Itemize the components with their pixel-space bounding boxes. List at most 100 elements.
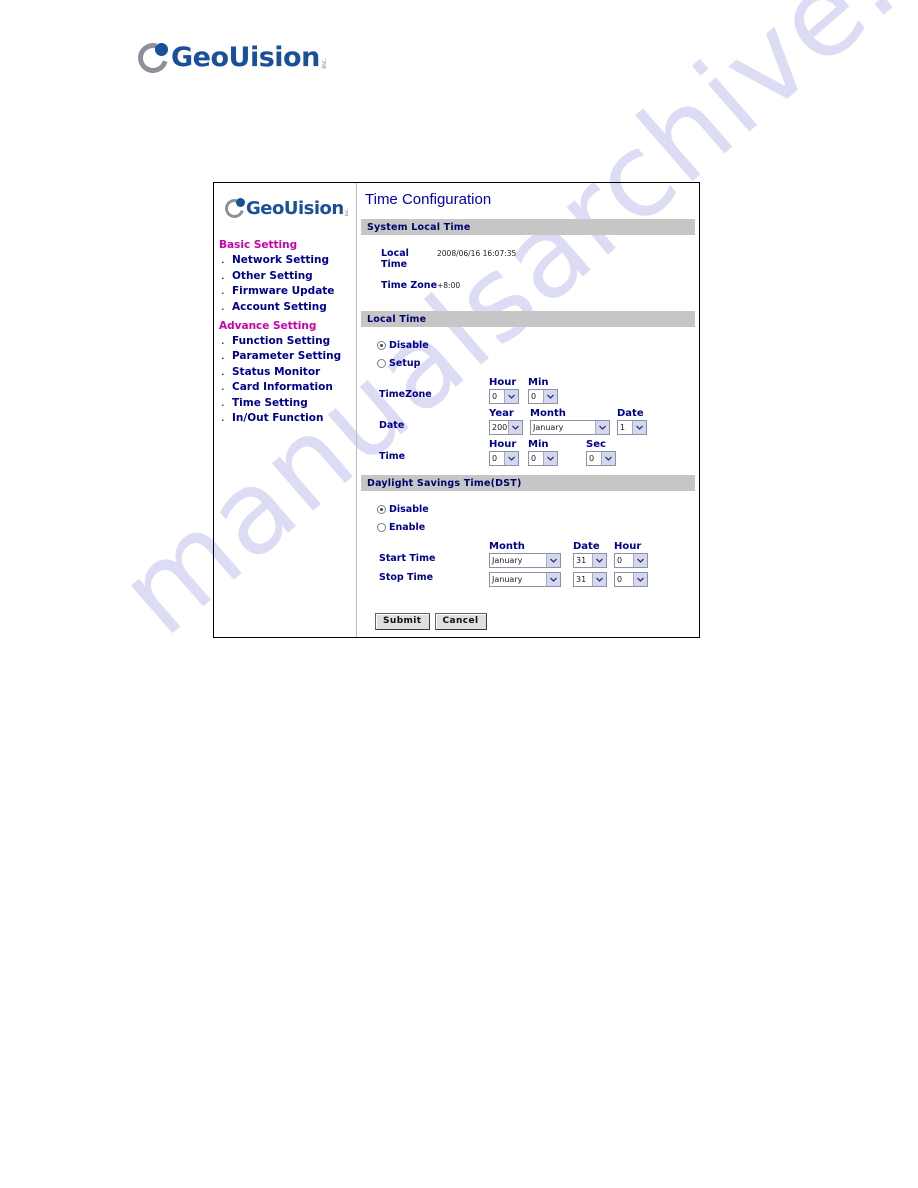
radio-icon[interactable] bbox=[377, 359, 386, 368]
time-hour-group: Hour 0 bbox=[489, 439, 519, 466]
date-month-select[interactable]: January bbox=[530, 420, 610, 435]
time-sec-group: Sec 0 bbox=[586, 439, 616, 466]
section-label: Daylight Savings Time(DST) bbox=[367, 477, 522, 489]
section-label: Local Time bbox=[367, 313, 427, 325]
date-day-select[interactable]: 1 bbox=[617, 420, 647, 435]
cancel-button[interactable]: Cancel bbox=[434, 613, 487, 630]
select-value: January bbox=[492, 575, 523, 584]
geovision-logo-header: GeoUision inc. bbox=[132, 37, 328, 78]
dst-start-month-group: Month January bbox=[489, 541, 561, 568]
chevron-down-icon[interactable] bbox=[632, 421, 646, 434]
chevron-down-icon[interactable] bbox=[592, 554, 606, 567]
time-hour-label: Hour bbox=[489, 439, 517, 450]
date-year-select[interactable]: 2009 bbox=[489, 420, 523, 435]
date-month-group: Month January bbox=[530, 408, 610, 435]
chevron-down-icon[interactable] bbox=[543, 452, 557, 465]
time-hour-select[interactable]: 0 bbox=[489, 451, 519, 466]
dst-start-date-select[interactable]: 31 bbox=[573, 553, 607, 568]
device-web-ui-panel: GeoUision inc. Basic Setting . Network S… bbox=[213, 182, 700, 638]
select-value: 0 bbox=[617, 556, 623, 565]
sidebar-item-label: In/Out Function bbox=[232, 412, 324, 424]
dst-stop-hour-group: 0 bbox=[614, 572, 648, 587]
bullet-icon: . bbox=[221, 347, 225, 362]
time-min-group: Min 0 bbox=[528, 439, 558, 466]
sidebar-item-label: Network Setting bbox=[232, 254, 329, 266]
sidebar-group-title-advance-setting: Advance Setting bbox=[219, 319, 317, 332]
dst-stop-month-group: January bbox=[489, 572, 561, 587]
timezone-min-select[interactable]: 0 bbox=[528, 389, 558, 404]
chevron-down-icon[interactable] bbox=[546, 573, 560, 586]
row-dst-stop-time: Stop Time January 31 0 bbox=[379, 572, 699, 587]
chevron-down-icon[interactable] bbox=[546, 554, 560, 567]
timezone-min-label: Min bbox=[528, 377, 549, 388]
radio-local-time-setup[interactable]: Setup bbox=[377, 358, 699, 369]
bullet-icon: . bbox=[221, 282, 225, 297]
dst-start-hour-group: Hour 0 bbox=[614, 541, 648, 568]
dst-start-row-label: Start Time bbox=[379, 553, 436, 564]
radio-dst-disable[interactable]: Disable bbox=[377, 504, 699, 515]
submit-button[interactable]: Submit bbox=[375, 613, 430, 630]
time-zone-label: Time Zone bbox=[381, 280, 438, 291]
radio-icon[interactable] bbox=[377, 505, 386, 514]
chevron-down-icon[interactable] bbox=[504, 390, 518, 403]
bullet-icon: . bbox=[221, 297, 225, 313]
radio-dst-enable[interactable]: Enable bbox=[377, 522, 699, 533]
dst-start-hour-select[interactable]: 0 bbox=[614, 553, 648, 568]
sidebar-item-in-out-function[interactable]: . In/Out Function bbox=[214, 409, 356, 424]
dst-stop-date-select[interactable]: 31 bbox=[573, 572, 607, 587]
select-value: 31 bbox=[576, 575, 587, 584]
chevron-down-icon[interactable] bbox=[543, 390, 557, 403]
geovision-mark-icon bbox=[132, 37, 174, 78]
chevron-down-icon[interactable] bbox=[508, 421, 522, 434]
date-day-label: Date bbox=[617, 408, 644, 419]
time-row-label: Time bbox=[379, 451, 406, 462]
chevron-down-icon[interactable] bbox=[633, 554, 647, 567]
radio-local-time-disable[interactable]: Disable bbox=[377, 340, 699, 351]
local-time-value: 2008/06/16 16:07:35 bbox=[437, 249, 517, 258]
timezone-hour-select[interactable]: 0 bbox=[489, 389, 519, 404]
row-local-time: Local Time 2008/06/16 16:07:35 bbox=[381, 248, 699, 270]
radio-icon[interactable] bbox=[377, 523, 386, 532]
dst-stop-hour-select[interactable]: 0 bbox=[614, 572, 648, 587]
time-sec-select[interactable]: 0 bbox=[586, 451, 616, 466]
sidebar-item-time-setting[interactable]: . Time Setting bbox=[214, 395, 356, 409]
bullet-icon: . bbox=[221, 251, 225, 266]
sidebar-item-other-setting[interactable]: . Other Setting bbox=[214, 266, 356, 282]
sidebar-item-label: Firmware Update bbox=[232, 285, 335, 297]
date-row-label: Date bbox=[379, 420, 405, 431]
row-time: Time Hour 0 Min 0 Sec 0 bbox=[379, 439, 699, 466]
radio-label: Disable bbox=[389, 340, 429, 351]
sidebar-item-card-information[interactable]: . Card Information bbox=[214, 379, 356, 393]
sidebar-geovision-inc-suffix: inc. bbox=[344, 207, 350, 216]
bullet-icon: . bbox=[221, 409, 225, 424]
chevron-down-icon[interactable] bbox=[633, 573, 647, 586]
chevron-down-icon[interactable] bbox=[601, 452, 615, 465]
sidebar-item-firmware-update[interactable]: . Firmware Update bbox=[214, 282, 356, 297]
dst-start-month-select[interactable]: January bbox=[489, 553, 561, 568]
time-zone-value: +8:00 bbox=[437, 281, 461, 290]
chevron-down-icon[interactable] bbox=[595, 421, 609, 434]
chevron-down-icon[interactable] bbox=[592, 573, 606, 586]
sidebar-item-label: Parameter Setting bbox=[232, 350, 342, 362]
sidebar-geovision-wordmark: GeoUision bbox=[246, 198, 344, 219]
content-area: Time Configuration System Local Time Loc… bbox=[357, 183, 699, 637]
sidebar-item-label: Card Information bbox=[232, 381, 333, 393]
sidebar-item-parameter-setting[interactable]: . Parameter Setting bbox=[214, 347, 356, 362]
bullet-icon: . bbox=[221, 266, 225, 282]
radio-icon[interactable] bbox=[377, 341, 386, 350]
sidebar-item-network-setting[interactable]: . Network Setting bbox=[214, 251, 356, 266]
dst-stop-month-select[interactable]: January bbox=[489, 572, 561, 587]
dst-start-date-group: Date 31 bbox=[573, 541, 607, 568]
row-date: Date Year 2009 Month January bbox=[379, 408, 699, 435]
select-value: 0 bbox=[492, 454, 498, 463]
sidebar-item-label: Function Setting bbox=[232, 334, 331, 347]
select-value: 2009 bbox=[492, 423, 508, 432]
select-value: 0 bbox=[589, 454, 595, 463]
sidebar: GeoUision inc. Basic Setting . Network S… bbox=[214, 183, 357, 637]
chevron-down-icon[interactable] bbox=[504, 452, 518, 465]
sidebar-item-status-monitor[interactable]: . Status Monitor bbox=[214, 364, 356, 378]
timezone-row-label: TimeZone bbox=[379, 389, 432, 400]
time-min-select[interactable]: 0 bbox=[528, 451, 558, 466]
sidebar-item-account-setting[interactable]: . Account Setting bbox=[214, 297, 356, 313]
sidebar-item-function-setting[interactable]: . Function Setting bbox=[214, 333, 356, 347]
